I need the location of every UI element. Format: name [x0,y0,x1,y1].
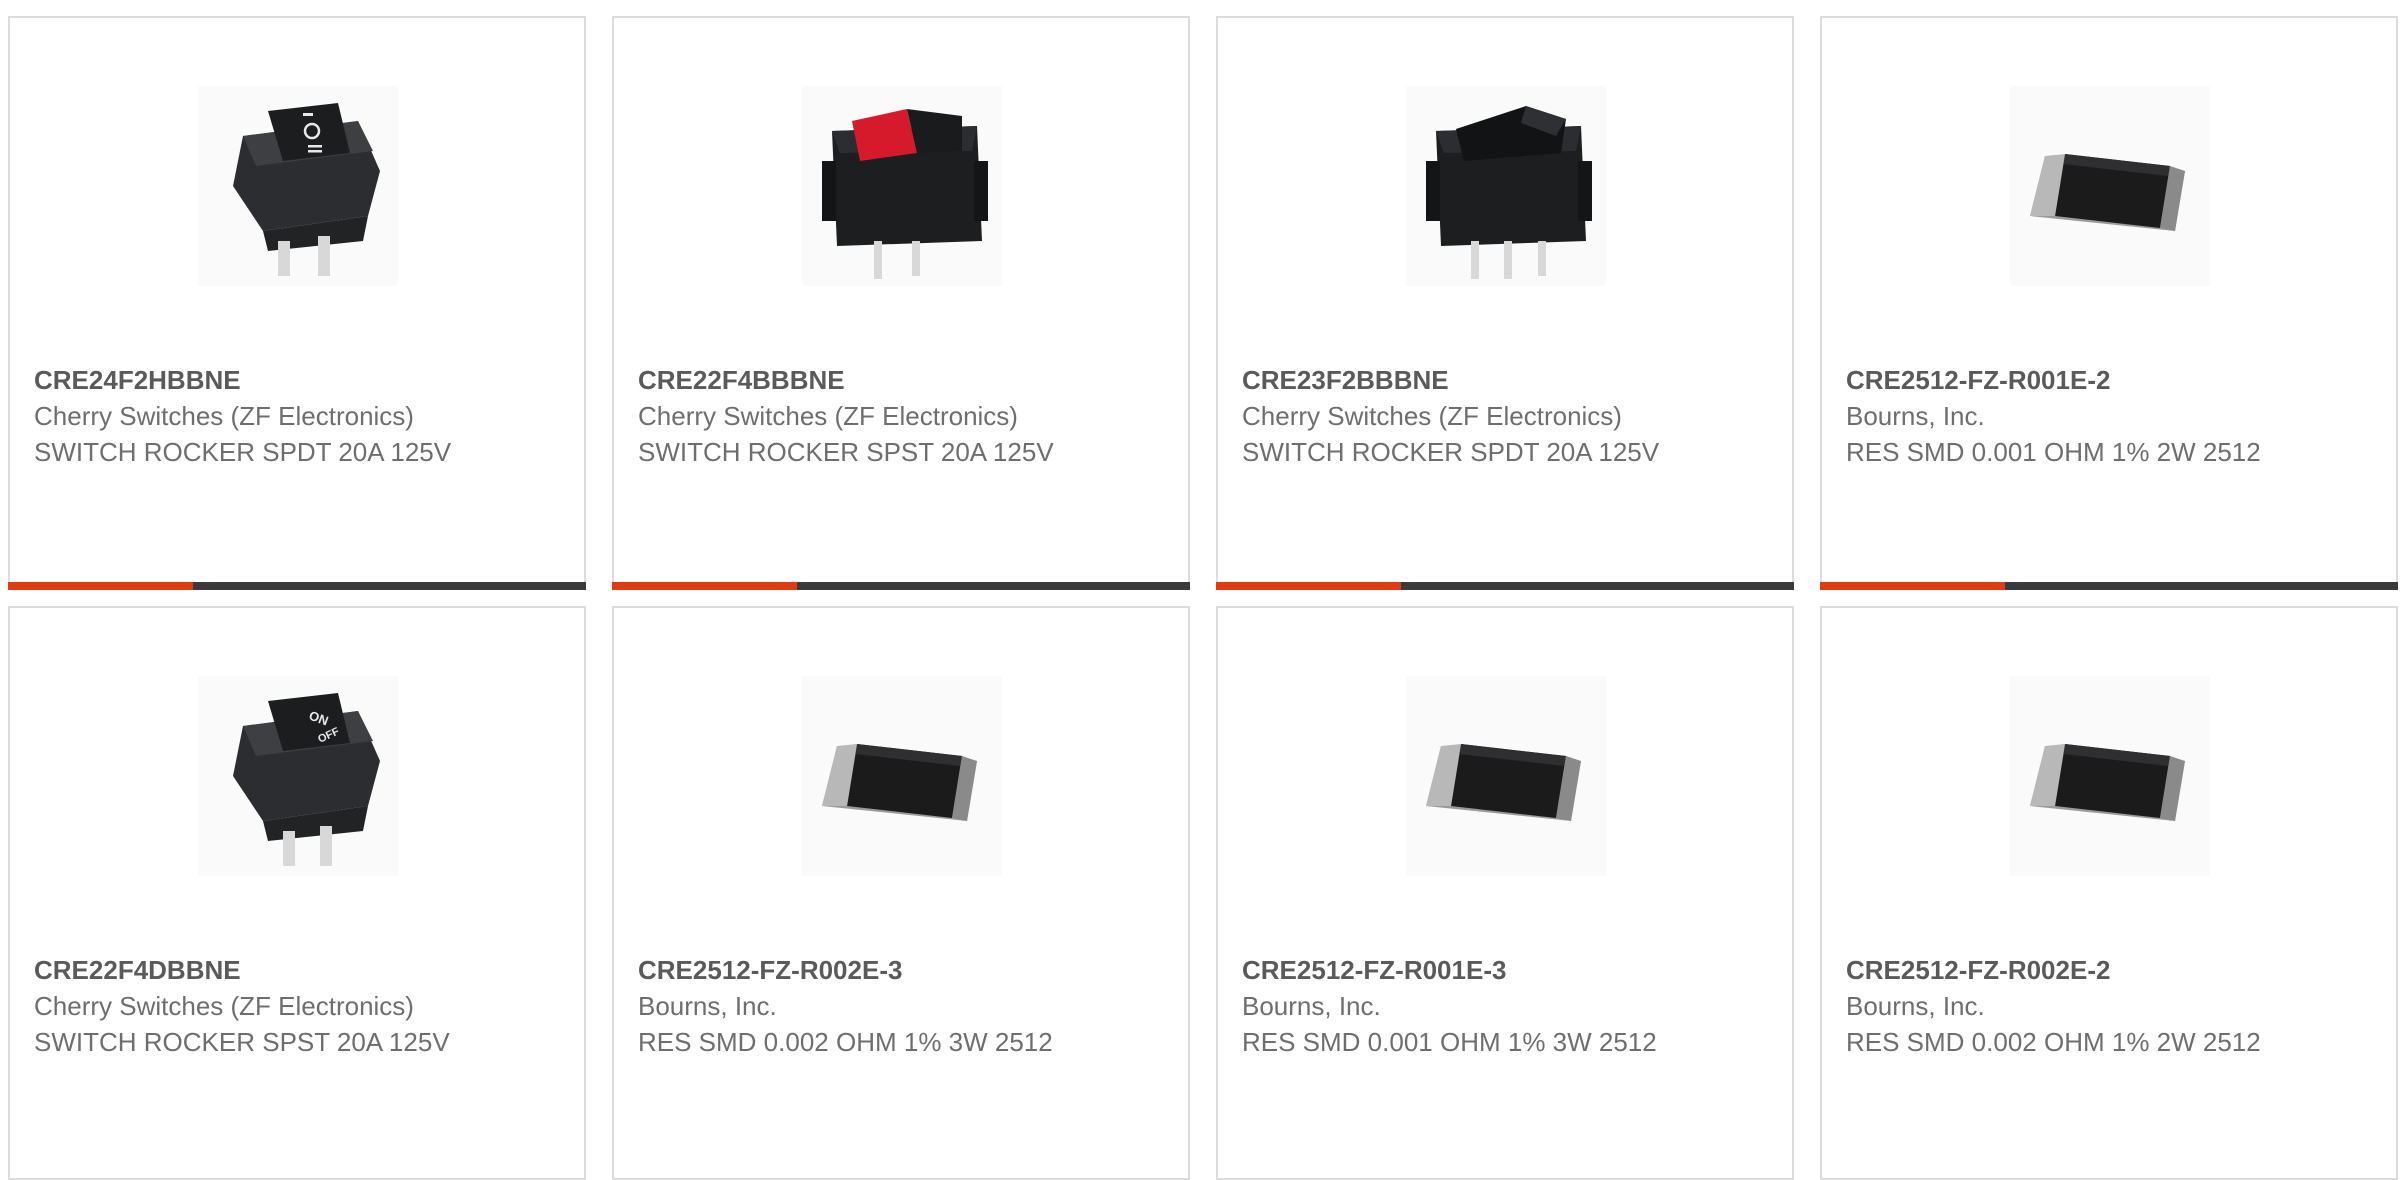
product-info: CRE2512-FZ-R002E-3 Bourns, Inc. RES SMD … [638,952,1168,1060]
product-info: CRE2512-FZ-R001E-3 Bourns, Inc. RES SMD … [1242,952,1772,1060]
description: SWITCH ROCKER SPST 20A 125V [34,1027,450,1057]
product-card[interactable]: CRE24F2HBBNE Cherry Switches (ZF Electro… [8,16,586,590]
progress-fill [612,582,797,590]
smd-resistor-icon [2030,744,2185,821]
rocker-switch-red-icon [822,109,988,279]
progress-bar [8,582,586,590]
product-card[interactable]: CRE22F4BBBNE Cherry Switches (ZF Electro… [612,16,1190,590]
product-card[interactable]: CRE2512-FZ-R001E-3 Bourns, Inc. RES SMD … [1216,606,1794,1180]
manufacturer: Cherry Switches (ZF Electronics) [638,401,1018,431]
description: RES SMD 0.001 OHM 1% 3W 2512 [1242,1027,1657,1057]
manufacturer: Bourns, Inc. [1846,401,1985,431]
part-number[interactable]: CRE24F2HBBNE [34,362,564,398]
product-image[interactable] [802,86,1002,286]
progress-fill [8,582,193,590]
product-image[interactable] [2010,86,2210,286]
description: RES SMD 0.002 OHM 1% 3W 2512 [638,1027,1053,1057]
smd-resistor-icon [1426,744,1581,821]
part-number[interactable]: CRE2512-FZ-R001E-3 [1242,952,1772,988]
manufacturer: Cherry Switches (ZF Electronics) [1242,401,1622,431]
manufacturer: Bourns, Inc. [638,991,777,1021]
progress-fill [1820,582,2005,590]
product-info: CRE22F4DBBNE Cherry Switches (ZF Electro… [34,952,564,1060]
part-number[interactable]: CRE2512-FZ-R002E-3 [638,952,1168,988]
manufacturer: Cherry Switches (ZF Electronics) [34,991,414,1021]
product-card[interactable]: ON OFF CRE22F4DBBNE Cherry Switches (ZF … [8,606,586,1180]
description: SWITCH ROCKER SPDT 20A 125V [34,437,452,467]
description: RES SMD 0.001 OHM 1% 2W 2512 [1846,437,2261,467]
product-image[interactable] [802,676,1002,876]
product-card[interactable]: CRE2512-FZ-R002E-3 Bourns, Inc. RES SMD … [612,606,1190,1180]
progress-bar [612,582,1190,590]
progress-bar [1216,582,1794,590]
part-number[interactable]: CRE23F2BBBNE [1242,362,1772,398]
smd-resistor-icon [2030,154,2185,231]
product-info: CRE2512-FZ-R001E-2 Bourns, Inc. RES SMD … [1846,362,2376,470]
rocker-switch-black-icon [233,103,380,276]
part-number[interactable]: CRE2512-FZ-R002E-2 [1846,952,2376,988]
manufacturer: Cherry Switches (ZF Electronics) [34,401,414,431]
product-image[interactable] [1406,676,1606,876]
description: SWITCH ROCKER SPST 20A 125V [638,437,1054,467]
product-image[interactable] [198,86,398,286]
smd-resistor-icon [822,744,977,821]
product-info: CRE2512-FZ-R002E-2 Bourns, Inc. RES SMD … [1846,952,2376,1060]
description: RES SMD 0.002 OHM 1% 2W 2512 [1846,1027,2261,1057]
product-image[interactable] [2010,676,2210,876]
manufacturer: Bourns, Inc. [1242,991,1381,1021]
rocker-switch-plain-icon [1426,106,1592,279]
product-card[interactable]: CRE2512-FZ-R001E-2 Bourns, Inc. RES SMD … [1820,16,2398,590]
part-number[interactable]: CRE22F4BBBNE [638,362,1168,398]
product-image[interactable] [1406,86,1606,286]
product-info: CRE23F2BBBNE Cherry Switches (ZF Electro… [1242,362,1772,470]
description: SWITCH ROCKER SPDT 20A 125V [1242,437,1660,467]
product-info: CRE24F2HBBNE Cherry Switches (ZF Electro… [34,362,564,470]
manufacturer: Bourns, Inc. [1846,991,1985,1021]
product-card[interactable]: CRE23F2BBBNE Cherry Switches (ZF Electro… [1216,16,1794,590]
product-info: CRE22F4BBBNE Cherry Switches (ZF Electro… [638,362,1168,470]
part-number[interactable]: CRE2512-FZ-R001E-2 [1846,362,2376,398]
progress-fill [1216,582,1401,590]
product-card[interactable]: CRE2512-FZ-R002E-2 Bourns, Inc. RES SMD … [1820,606,2398,1180]
product-grid: CRE24F2HBBNE Cherry Switches (ZF Electro… [8,16,2398,1180]
part-number[interactable]: CRE22F4DBBNE [34,952,564,988]
rocker-switch-on-off-icon: ON OFF [233,693,380,866]
progress-bar [1820,582,2398,590]
product-image[interactable]: ON OFF [198,676,398,876]
